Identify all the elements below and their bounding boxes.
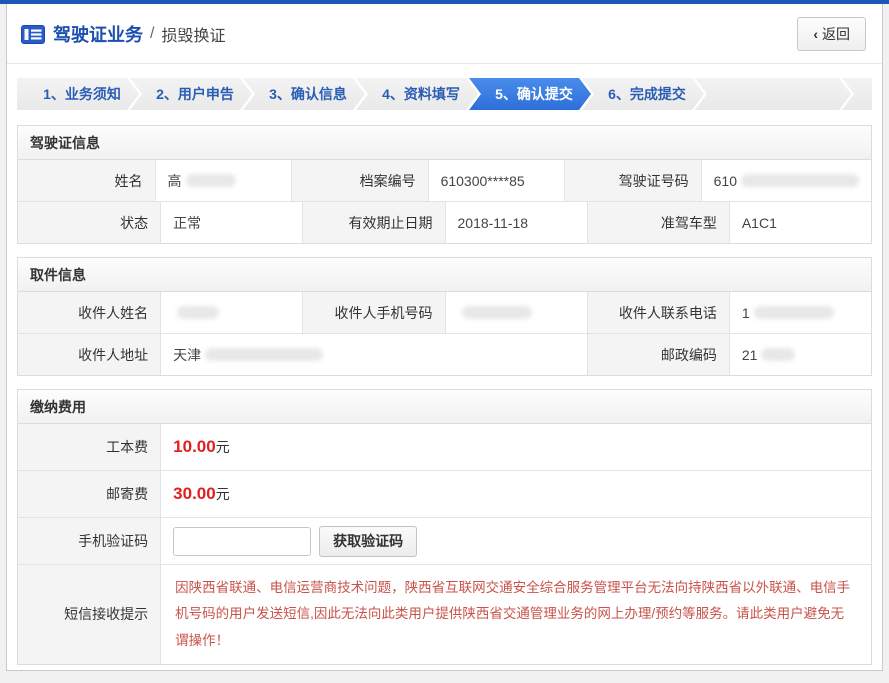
name-label: 姓名 — [18, 160, 155, 201]
section-license-info: 驾驶证信息 姓名 高 档案编号 610300****85 驾驶证号码 610 状… — [17, 125, 872, 244]
name-redaction — [186, 174, 236, 187]
recipient-address-redaction — [205, 348, 323, 361]
step-wizard: 1、业务须知 2、用户申告 3、确认信息 4、资料填写 5、确认提交 6、完成提… — [17, 78, 872, 110]
page-container: 驾驶证业务 / 损毁换证 ‹ 返回 1、业务须知 2、用户申告 3、确认信息 4… — [6, 4, 883, 671]
recipient-name-label: 收件人姓名 — [18, 292, 160, 333]
sms-notice-label: 短信接收提示 — [18, 565, 160, 664]
recipient-mobile-value — [445, 292, 587, 333]
name-value: 高 — [155, 160, 292, 201]
postal-code-redaction — [761, 348, 795, 361]
mailing-fee-label: 邮寄费 — [18, 471, 160, 517]
expiry-date-value: 2018-11-18 — [445, 202, 587, 243]
license-row-1: 姓名 高 档案编号 610300****85 驾驶证号码 610 — [18, 160, 871, 201]
back-button[interactable]: ‹ 返回 — [797, 17, 866, 51]
postal-code-label: 邮政编码 — [587, 334, 729, 375]
breadcrumb-current: 损毁换证 — [161, 22, 225, 46]
sms-code-field: 获取验证码 — [160, 518, 871, 564]
section-license-title: 驾驶证信息 — [18, 126, 871, 160]
vehicle-class-value: A1C1 — [729, 202, 871, 243]
postal-code-value: 21 — [729, 334, 871, 375]
section-pickup-title: 取件信息 — [18, 258, 871, 292]
file-number-value: 610300****85 — [428, 160, 565, 201]
page-header: 驾驶证业务 / 损毁换证 ‹ 返回 — [7, 4, 882, 64]
license-number-redaction — [741, 174, 859, 187]
license-row-2: 状态 正常 有效期止日期 2018-11-18 准驾车型 A1C1 — [18, 201, 871, 243]
license-number-label: 驾驶证号码 — [564, 160, 701, 201]
recipient-name-value — [160, 292, 302, 333]
section-fees: 缴纳费用 工本费 10.00元 邮寄费 30.00元 手机验证码 获取验证码 短… — [17, 389, 872, 665]
status-value: 正常 — [160, 202, 302, 243]
recipient-address-label: 收件人地址 — [18, 334, 160, 375]
mailing-fee-value: 30.00元 — [160, 471, 871, 517]
step-3-confirm-info[interactable]: 3、确认信息 — [243, 78, 365, 110]
breadcrumb-separator: / — [150, 25, 154, 43]
get-sms-code-button[interactable]: 获取验证码 — [319, 526, 417, 557]
back-button-label: 返回 — [822, 24, 850, 44]
fee-row-cost: 工本费 10.00元 — [18, 424, 871, 470]
sms-code-label: 手机验证码 — [18, 518, 160, 564]
file-number-label: 档案编号 — [291, 160, 428, 201]
recipient-phone-label: 收件人联系电话 — [587, 292, 729, 333]
expiry-date-label: 有效期止日期 — [302, 202, 444, 243]
page-title: 驾驶证业务 — [53, 21, 143, 47]
recipient-address-value: 天津 — [160, 334, 587, 375]
sms-notice-cell: 因陕西省联通、电信运营商技术问题，陕西省互联网交通安全综合服务管理平台无法向持陕… — [160, 565, 871, 664]
status-label: 状态 — [18, 202, 160, 243]
step-5-confirm-submit[interactable]: 5、确认提交 — [469, 78, 591, 110]
recipient-mobile-label: 收件人手机号码 — [302, 292, 444, 333]
section-fees-title: 缴纳费用 — [18, 390, 871, 424]
step-6-complete-submit[interactable]: 6、完成提交 — [582, 78, 704, 110]
step-track-filler — [695, 78, 851, 110]
recipient-mobile-redaction — [462, 306, 532, 319]
production-fee-value: 10.00元 — [160, 424, 871, 470]
sms-code-input[interactable] — [173, 527, 311, 556]
vehicle-class-label: 准驾车型 — [587, 202, 729, 243]
chevron-left-icon: ‹ — [813, 26, 818, 42]
step-1-business-notice[interactable]: 1、业务须知 — [17, 78, 139, 110]
fee-row-sms-code: 手机验证码 获取验证码 — [18, 517, 871, 564]
pickup-row-1: 收件人姓名 收件人手机号码 收件人联系电话 1 — [18, 292, 871, 333]
license-card-icon — [21, 25, 45, 44]
fee-row-mail: 邮寄费 30.00元 — [18, 470, 871, 517]
sms-notice-text: 因陕西省联通、电信运营商技术问题，陕西省互联网交通安全综合服务管理平台无法向持陕… — [175, 575, 857, 654]
recipient-phone-value: 1 — [729, 292, 871, 333]
step-2-user-declaration[interactable]: 2、用户申告 — [130, 78, 252, 110]
fee-row-sms-notice: 短信接收提示 因陕西省联通、电信运营商技术问题，陕西省互联网交通安全综合服务管理… — [18, 564, 871, 664]
section-pickup-info: 取件信息 收件人姓名 收件人手机号码 收件人联系电话 1 收件人地址 天津 邮政… — [17, 257, 872, 376]
footer-actions: 上一步 完成 — [7, 678, 882, 683]
recipient-name-redaction — [177, 306, 219, 319]
step-4-fill-data[interactable]: 4、资料填写 — [356, 78, 478, 110]
recipient-phone-redaction — [754, 306, 834, 319]
license-number-value: 610 — [701, 160, 871, 201]
pickup-row-2: 收件人地址 天津 邮政编码 21 — [18, 333, 871, 375]
production-fee-label: 工本费 — [18, 424, 160, 470]
